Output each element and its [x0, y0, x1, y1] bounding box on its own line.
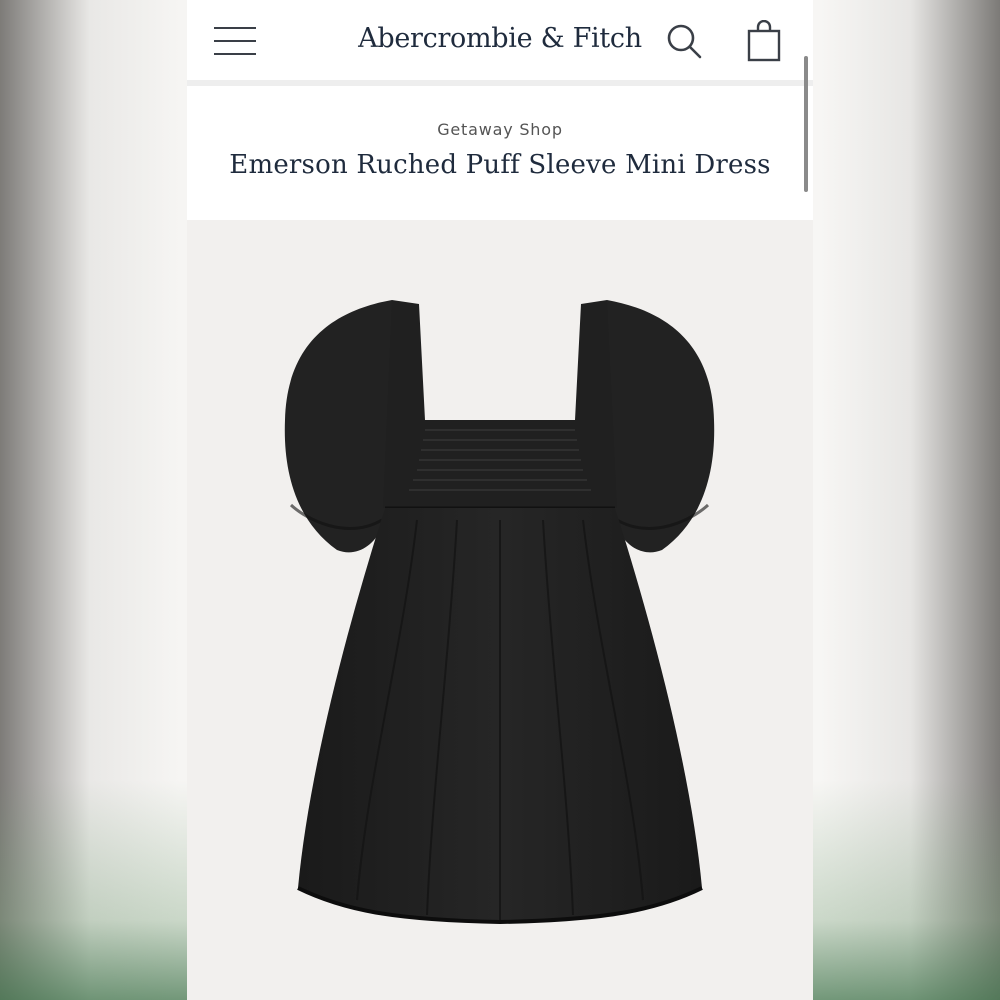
shopping-bag-icon[interactable]: [747, 19, 781, 62]
site-header: Abercrombie & Fitch: [187, 0, 813, 80]
hamburger-menu-icon[interactable]: [214, 27, 256, 57]
product-title: Emerson Ruched Puff Sleeve Mini Dress: [229, 150, 771, 180]
scrollbar[interactable]: [804, 56, 808, 192]
phone-screen: Abercrombie & Fitch Getaway Shop Emerson…: [187, 0, 813, 1000]
product-image[interactable]: [187, 220, 813, 1000]
dress-illustration: [284, 300, 715, 925]
product-category[interactable]: Getaway Shop: [187, 120, 813, 139]
product-heading: Getaway Shop Emerson Ruched Puff Sleeve …: [187, 86, 813, 220]
search-icon[interactable]: [665, 22, 703, 60]
brand-logo[interactable]: Abercrombie & Fitch: [337, 18, 663, 60]
